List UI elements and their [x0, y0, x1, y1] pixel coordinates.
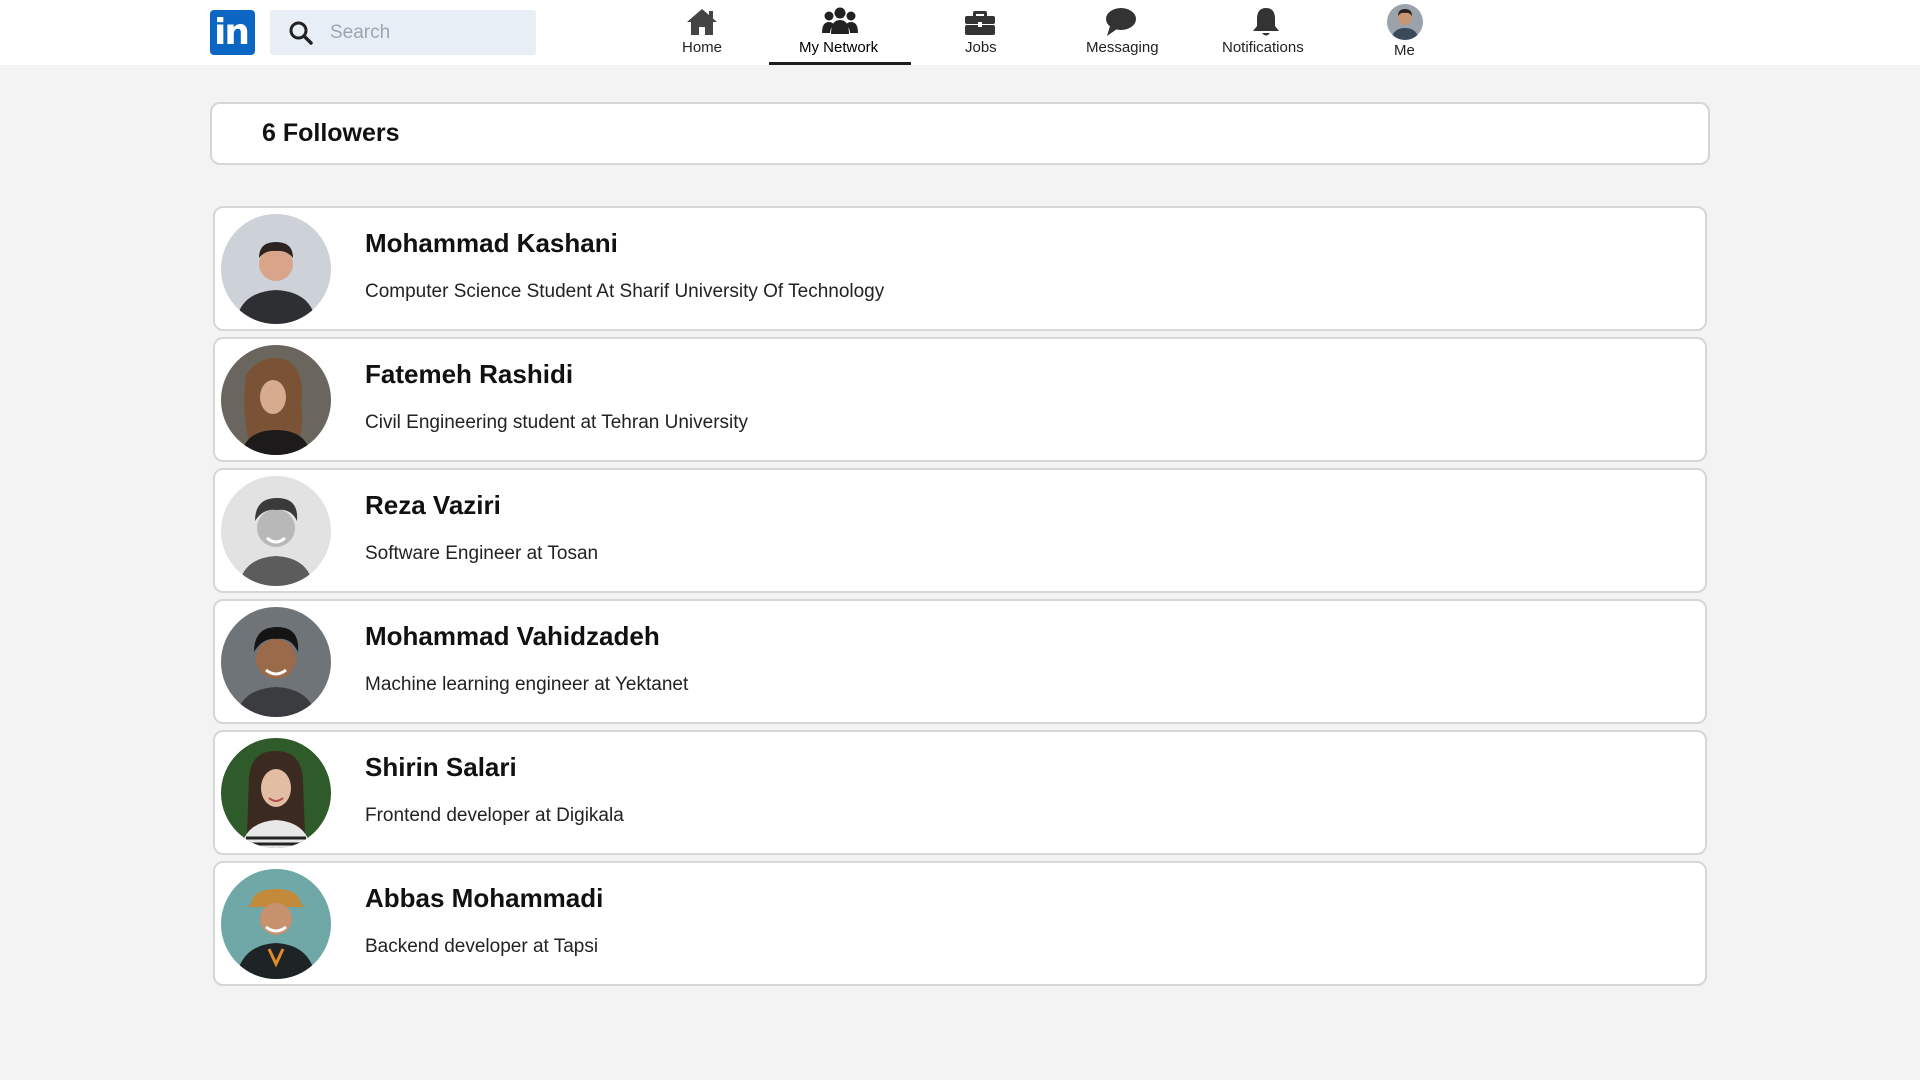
follower-name[interactable]: Mohammad Vahidzadeh: [365, 621, 660, 652]
follower-avatar[interactable]: [221, 738, 331, 848]
briefcase-icon: [965, 11, 995, 35]
follower-card[interactable]: Fatemeh Rashidi Civil Engineering studen…: [213, 337, 1707, 462]
nav-messaging-label: Messaging: [1086, 39, 1159, 56]
home-icon: [687, 9, 717, 35]
active-tab-indicator: [769, 62, 911, 65]
follower-avatar[interactable]: [221, 607, 331, 717]
follower-card[interactable]: Abbas Mohammadi Backend developer at Tap…: [213, 861, 1707, 986]
nav-me[interactable]: Me: [1380, 0, 1430, 65]
nav-jobs[interactable]: Jobs: [940, 0, 1020, 65]
follower-name[interactable]: Reza Vaziri: [365, 490, 501, 521]
follower-card[interactable]: Mohammad Kashani Computer Science Studen…: [213, 206, 1707, 331]
search-box[interactable]: [270, 10, 536, 55]
follower-headline: Machine learning engineer at Yektanet: [365, 674, 689, 695]
follower-headline: Software Engineer at Tosan: [365, 543, 599, 564]
follower-avatar[interactable]: [221, 476, 331, 586]
linkedin-logo[interactable]: in: [210, 10, 255, 55]
nav-me-label: Me: [1394, 42, 1415, 59]
top-navbar: in Home My Network: [0, 0, 1920, 65]
follower-headline: Civil Engineering student at Tehran Univ…: [365, 412, 749, 433]
follower-headline: Backend developer at Tapsi: [365, 936, 599, 957]
nav-messaging[interactable]: Messaging: [1076, 0, 1166, 65]
nav-my-network[interactable]: My Network: [769, 0, 911, 65]
follower-name[interactable]: Fatemeh Rashidi: [365, 359, 573, 390]
message-icon: [1106, 8, 1136, 36]
follower-avatar[interactable]: [221, 214, 331, 324]
nav-jobs-label: Jobs: [965, 39, 997, 56]
follower-avatar[interactable]: [221, 869, 331, 979]
network-icon: [822, 7, 858, 34]
follower-card[interactable]: Mohammad Vahidzadeh Machine learning eng…: [213, 599, 1707, 724]
follower-headline: Computer Science Student At Sharif Unive…: [365, 281, 885, 302]
follower-name[interactable]: Mohammad Kashani: [365, 228, 618, 259]
logo-text: in: [214, 12, 250, 53]
nav-home[interactable]: Home: [662, 0, 742, 65]
follower-avatar[interactable]: [221, 345, 331, 455]
follower-name[interactable]: Shirin Salari: [365, 752, 517, 783]
follower-card[interactable]: Reza Vaziri Software Engineer at Tosan: [213, 468, 1707, 593]
followers-header-card: 6 Followers: [210, 102, 1710, 165]
nav-notifications-label: Notifications: [1222, 39, 1304, 56]
nav-my-network-label: My Network: [799, 39, 879, 56]
nav-home-label: Home: [682, 39, 723, 56]
bell-icon: [1253, 8, 1279, 36]
me-avatar[interactable]: [1387, 4, 1423, 40]
page-title: 6 Followers: [262, 119, 400, 147]
nav-notifications[interactable]: Notifications: [1216, 0, 1316, 65]
search-input[interactable]: [330, 17, 520, 48]
search-icon: [289, 21, 313, 45]
follower-headline: Frontend developer at Digikala: [365, 805, 624, 826]
follower-name[interactable]: Abbas Mohammadi: [365, 883, 603, 914]
follower-card[interactable]: Shirin Salari Frontend developer at Digi…: [213, 730, 1707, 855]
